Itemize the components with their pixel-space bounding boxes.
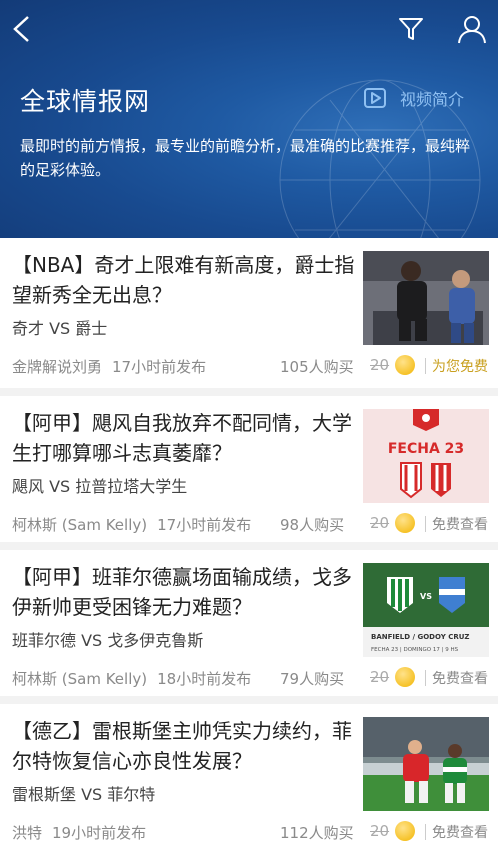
- header-banner: 全球情报网 视频简介 最即时的前方情报，最专业的前瞻分析，最准确的比赛推荐，最纯…: [0, 0, 498, 238]
- article-thumbnail-basketball: [363, 251, 489, 345]
- article-thumbnail-soccer: [363, 717, 489, 811]
- publish-time: 19小时前发布: [52, 824, 147, 842]
- article-teams: 奇才 VS 爵士: [12, 319, 108, 338]
- article-thumbnail-fecha: FECHA 23: [363, 409, 489, 503]
- article-item[interactable]: 【阿甲】飓风自我放弃不配同情，大学生打哪算哪斗志真萎靡？ 飓风 VS 拉普拉塔大…: [0, 396, 498, 550]
- page-title: 全球情报网: [20, 87, 151, 116]
- buyer-count: 112人购买: [280, 824, 354, 842]
- price-value: 20: [370, 668, 390, 686]
- price-value: 20: [370, 822, 390, 840]
- thumb-banfield-sub: FECHA 23 | DOMINGO 17 | 9 HS: [371, 647, 459, 653]
- divider: [425, 824, 426, 840]
- author-name: 柯林斯 (Sam Kelly): [12, 516, 148, 534]
- divider: [425, 516, 426, 532]
- author-name: 金牌解说刘勇: [12, 358, 103, 376]
- article-teams: 雷根斯堡 VS 菲尔特: [12, 785, 156, 804]
- coin-icon: [395, 667, 415, 687]
- buyer-count: 98人购买: [280, 516, 345, 534]
- article-list: 【NBA】奇才上限难有新高度，爵士指望新秀全无出息？ 奇才 VS 爵士 金牌解说…: [0, 238, 498, 858]
- price-value: 20: [370, 356, 390, 374]
- header-description: 最即时的前方情报，最专业的前瞻分析，最准确的比赛推荐，最纯粹的足彩体验。: [20, 137, 471, 179]
- video-intro-link[interactable]: 视频简介: [364, 86, 464, 110]
- article-thumbnail-banfield: VS BANFIELD / GODOY CRUZ FECHA 23 | DOMI…: [363, 563, 489, 657]
- article-title: 【NBA】奇才上限难有新高度，爵士指望新秀全无出息？: [12, 253, 355, 307]
- free-view-tag[interactable]: 免费查看: [432, 668, 488, 688]
- author-name: 洪特: [12, 824, 43, 842]
- buyer-count: 79人购买: [280, 670, 345, 688]
- publish-time: 17小时前发布: [112, 358, 207, 376]
- filter-icon[interactable]: [398, 16, 424, 42]
- video-intro-label: 视频简介: [400, 90, 465, 109]
- svg-text:VS: VS: [420, 592, 432, 601]
- video-play-icon: [364, 88, 386, 108]
- free-tag[interactable]: 为您免费: [432, 356, 488, 376]
- article-teams: 飓风 VS 拉普拉塔大学生: [12, 477, 188, 496]
- article-title: 【阿甲】班菲尔德赢场面输成绩，戈多伊新帅更受困锋无力难题？: [12, 565, 352, 619]
- article-title: 【德乙】雷根斯堡主帅凭实力续约，菲尔特恢复信心亦良性发展？: [12, 719, 352, 773]
- article-item[interactable]: 【德乙】雷根斯堡主帅凭实力续约，菲尔特恢复信心亦良性发展？ 雷根斯堡 VS 菲尔…: [0, 704, 498, 858]
- divider: [425, 670, 426, 686]
- publish-time: 17小时前发布: [157, 516, 252, 534]
- author-name: 柯林斯 (Sam Kelly): [12, 670, 148, 688]
- back-arrow-icon[interactable]: [10, 14, 32, 44]
- buyer-count: 105人购买: [280, 358, 354, 376]
- publish-time: 18小时前发布: [157, 670, 252, 688]
- top-bar: [0, 0, 498, 58]
- coin-icon: [395, 821, 415, 841]
- price-value: 20: [370, 514, 390, 532]
- coin-icon: [395, 355, 415, 375]
- divider: [425, 358, 426, 374]
- article-title: 【阿甲】飓风自我放弃不配同情，大学生打哪算哪斗志真萎靡？: [12, 411, 352, 465]
- thumb-banfield-text: BANFIELD / GODOY CRUZ: [371, 633, 469, 641]
- article-item[interactable]: 【阿甲】班菲尔德赢场面输成绩，戈多伊新帅更受困锋无力难题？ 班菲尔德 VS 戈多…: [0, 550, 498, 704]
- article-item[interactable]: 【NBA】奇才上限难有新高度，爵士指望新秀全无出息？ 奇才 VS 爵士 金牌解说…: [0, 238, 498, 396]
- thumb-fecha-text: FECHA 23: [388, 441, 464, 457]
- article-teams: 班菲尔德 VS 戈多伊克鲁斯: [12, 631, 204, 650]
- user-icon[interactable]: [457, 14, 487, 44]
- free-view-tag[interactable]: 免费查看: [432, 822, 488, 842]
- free-view-tag[interactable]: 免费查看: [432, 514, 488, 534]
- coin-icon: [395, 513, 415, 533]
